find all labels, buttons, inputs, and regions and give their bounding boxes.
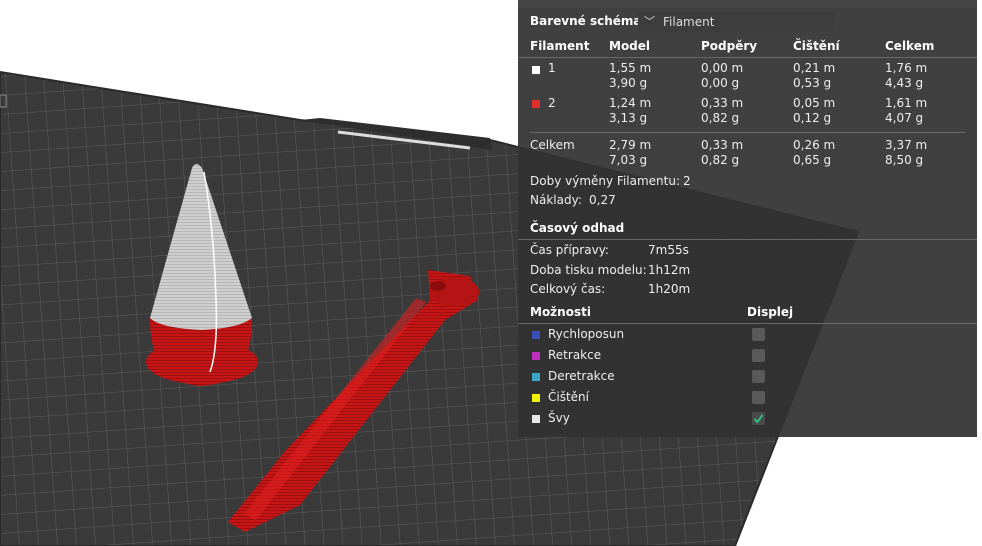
color-scheme-value: Filament	[663, 15, 715, 29]
filament-1-supports-g: 0,00 g	[701, 76, 740, 90]
check-icon	[753, 414, 764, 424]
seams-display-checkbox[interactable]	[752, 412, 765, 425]
filament-2-total-g: 4,07 g	[885, 111, 924, 125]
filament-1-total-m: 1,76 m	[885, 61, 928, 75]
option-label: Švy	[548, 411, 570, 425]
divider	[530, 132, 965, 133]
filament-1-supports-m: 0,00 m	[701, 61, 744, 75]
cost-label: Náklady:	[530, 193, 582, 207]
cost-value: 0,27	[589, 193, 616, 207]
totals-supports-m: 0,33 m	[701, 138, 744, 152]
divider	[518, 323, 977, 324]
filament-1-total-g: 4,43 g	[885, 76, 924, 90]
filament-1-model-g: 3,90 g	[609, 76, 648, 90]
retraction-swatch	[532, 352, 540, 360]
filament-2-model-g: 3,13 g	[609, 111, 648, 125]
seams-swatch	[532, 415, 540, 423]
filament-2-supports-g: 0,82 g	[701, 111, 740, 125]
filament-2-model-m: 1,24 m	[609, 96, 652, 110]
filament-2-name: 2	[548, 96, 556, 110]
totals-purge-m: 0,26 m	[793, 138, 836, 152]
col-filament: Filament	[530, 39, 590, 53]
wipe-swatch	[532, 394, 540, 402]
filament-2-total-m: 1,61 m	[885, 96, 928, 110]
filament-2-purge-m: 0,05 m	[793, 96, 836, 110]
totals-model-g: 7,03 g	[609, 153, 648, 167]
model-print-time-label: Doba tisku modelu:	[530, 263, 647, 277]
total-time-value: 1h20m	[648, 282, 691, 296]
totals-purge-g: 0,65 g	[793, 153, 832, 167]
divider	[518, 57, 977, 58]
totals-total-g: 8,50 g	[885, 153, 924, 167]
filament-1-purge-g: 0,53 g	[793, 76, 832, 90]
color-scheme-label: Barevné schéma	[530, 14, 642, 28]
total-time-label: Celkový čas:	[530, 282, 606, 296]
col-model: Model	[609, 39, 651, 53]
totals-supports-g: 0,82 g	[701, 153, 740, 167]
filament-1-name: 1	[548, 61, 556, 75]
retraction-display-checkbox[interactable]	[752, 349, 765, 362]
filament-1-model-m: 1,55 m	[609, 61, 652, 75]
slice-statistics-panel: Barevné schéma ﹀ Filament Filament Model…	[518, 0, 977, 437]
filament-2-supports-m: 0,33 m	[701, 96, 744, 110]
filament-changes-value: 2	[683, 174, 691, 188]
travel-display-checkbox[interactable]	[752, 328, 765, 341]
deretraction-display-checkbox[interactable]	[752, 370, 765, 383]
filament-1-swatch	[532, 66, 540, 74]
time-estimate-title: Časový odhad	[530, 221, 625, 235]
filament-2-swatch	[532, 100, 540, 108]
travel-swatch	[532, 331, 540, 339]
chevron-down-icon: ﹀	[644, 15, 655, 28]
option-label: Rychloposun	[548, 327, 625, 341]
filament-changes-label: Doby výměny Filamentu:	[530, 174, 680, 188]
col-total: Celkem	[885, 39, 935, 53]
totals-total-m: 3,37 m	[885, 138, 928, 152]
option-label: Čištění	[548, 390, 589, 404]
filament-1-purge-m: 0,21 m	[793, 61, 836, 75]
option-label: Retrakce	[548, 348, 602, 362]
wipe-display-checkbox[interactable]	[752, 391, 765, 404]
col-supports: Podpěry	[701, 39, 758, 53]
divider	[518, 239, 977, 240]
panel-title-bar	[518, 0, 977, 8]
display-header: Displej	[747, 305, 794, 319]
model-print-time-value: 1h12m	[648, 263, 691, 277]
prep-time-label: Čas přípravy:	[530, 243, 609, 257]
deretraction-swatch	[532, 373, 540, 381]
prep-time-value: 7m55s	[648, 243, 689, 257]
totals-label: Celkem	[530, 138, 575, 152]
col-purge: Čištění	[793, 39, 840, 53]
options-header: Možnosti	[530, 305, 591, 319]
option-label: Deretrakce	[548, 369, 615, 383]
filament-2-purge-g: 0,12 g	[793, 111, 832, 125]
totals-model-m: 2,79 m	[609, 138, 652, 152]
color-scheme-dropdown[interactable]: ﹀ Filament	[638, 12, 834, 32]
